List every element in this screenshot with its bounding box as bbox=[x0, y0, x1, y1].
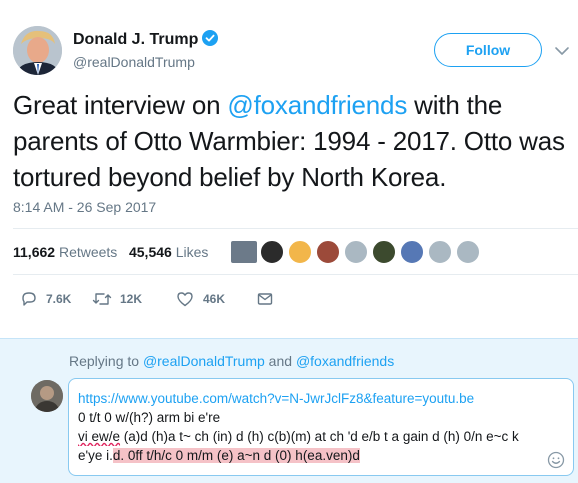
liker-avatar[interactable] bbox=[229, 239, 259, 265]
heart-icon bbox=[177, 292, 193, 307]
like-count: 46K bbox=[203, 292, 226, 306]
reply-text-line: vi ew/e (a)d (h)a t~ ch (in) d (h) c(b)(… bbox=[78, 427, 564, 446]
tweet-text-part: Great interview on bbox=[13, 90, 228, 120]
follow-button[interactable]: Follow bbox=[434, 33, 542, 67]
author-name-text[interactable]: Donald J. Trump bbox=[73, 31, 198, 48]
reply-action[interactable]: 7.6K bbox=[20, 289, 80, 309]
reply-text-line: e'ye i.d. 0ff t/h/c 0 m/m (e) a~n d (0) … bbox=[78, 446, 564, 465]
verified-badge-icon bbox=[202, 30, 219, 46]
envelope-icon bbox=[257, 293, 273, 305]
liker-avatar[interactable] bbox=[399, 239, 425, 265]
reply-text-part: (a)d (h)a t~ ch (in) d (h) c(b)(m) at ch… bbox=[120, 429, 519, 444]
retweet-count: 12K bbox=[120, 292, 143, 306]
liker-avatar[interactable] bbox=[259, 239, 285, 265]
message-action[interactable] bbox=[256, 289, 278, 309]
retweet-action[interactable]: 12K bbox=[92, 289, 152, 309]
reply-url[interactable]: https://www.youtube.com/watch?v=N-JwrJcl… bbox=[78, 389, 564, 408]
liker-avatar[interactable] bbox=[455, 239, 481, 265]
replying-user-link[interactable]: @foxandfriends bbox=[296, 353, 394, 369]
reply-text-line: 0 t/t 0 w/(h?) arm bi e're bbox=[78, 410, 221, 425]
divider bbox=[13, 228, 578, 229]
liker-avatar[interactable] bbox=[427, 239, 453, 265]
author-handle[interactable]: @realDonaldTrump bbox=[73, 54, 195, 70]
user-avatar[interactable] bbox=[31, 380, 63, 412]
replying-user-link[interactable]: @realDonaldTrump bbox=[143, 353, 265, 369]
retweet-icon bbox=[92, 293, 112, 305]
likes-count[interactable]: 45,546 bbox=[129, 244, 172, 260]
reply-count: 7.6K bbox=[46, 292, 72, 306]
over-limit-text: d. 0ff t/h/c 0 m/m (e) a~n d (0) h(ea.ve… bbox=[112, 448, 360, 463]
chevron-down-icon[interactable] bbox=[551, 40, 573, 62]
tweet-text: Great interview on @foxandfriends with t… bbox=[13, 87, 573, 195]
author-avatar[interactable] bbox=[13, 26, 62, 75]
retweets-label[interactable]: Retweets bbox=[59, 244, 117, 260]
reply-text-part: e'ye i. bbox=[78, 448, 113, 463]
like-action[interactable]: 46K bbox=[176, 289, 236, 309]
reply-input[interactable]: https://www.youtube.com/watch?v=N-JwrJcl… bbox=[68, 378, 574, 476]
divider bbox=[13, 274, 578, 275]
emoji-icon[interactable] bbox=[547, 451, 565, 469]
reply-composer-area: Replying to @realDonaldTrump and @foxand… bbox=[0, 338, 578, 483]
likes-label[interactable]: Likes bbox=[176, 244, 209, 260]
liker-avatar[interactable] bbox=[315, 239, 341, 265]
author-name[interactable]: Donald J. Trump bbox=[73, 30, 219, 49]
liker-avatar[interactable] bbox=[343, 239, 369, 265]
replying-to: Replying to @realDonaldTrump and @foxand… bbox=[69, 353, 394, 369]
retweets-count[interactable]: 11,662 bbox=[13, 244, 55, 260]
mention-link[interactable]: @foxandfriends bbox=[227, 90, 407, 120]
misspelled-word[interactable]: vi ew/e bbox=[78, 429, 120, 444]
replying-and-label: and bbox=[264, 353, 296, 369]
liker-avatar[interactable] bbox=[371, 239, 397, 265]
tweet-card: Donald J. Trump @realDonaldTrump Follow … bbox=[0, 0, 578, 338]
liker-avatar[interactable] bbox=[287, 239, 313, 265]
tweet-timestamp[interactable]: 8:14 AM - 26 Sep 2017 bbox=[13, 199, 156, 215]
replying-to-label: Replying to bbox=[69, 353, 143, 369]
reply-icon bbox=[22, 292, 36, 306]
engagement-stats: 11,662 Retweets 45,546 Likes bbox=[13, 244, 208, 260]
